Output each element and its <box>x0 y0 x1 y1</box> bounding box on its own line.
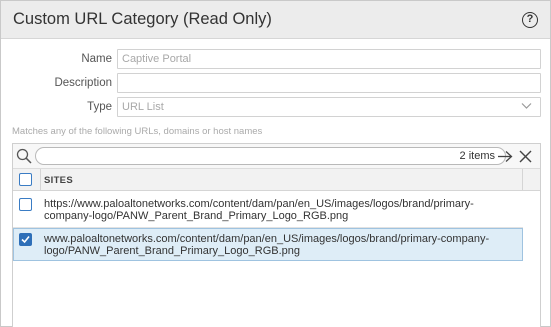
close-icon[interactable] <box>519 150 532 163</box>
column-divider <box>522 169 523 191</box>
description-field[interactable] <box>117 73 541 93</box>
table-row[interactable]: www.paloaltonetworks.com/content/dam/pan… <box>13 228 523 261</box>
column-divider <box>40 169 41 191</box>
help-icon[interactable]: ? <box>522 12 538 28</box>
select-all-checkbox[interactable] <box>19 173 32 186</box>
dialog-titlebar: Custom URL Category (Read Only) ? <box>1 1 550 39</box>
table-row[interactable]: https://www.paloaltonetworks.com/content… <box>13 192 523 228</box>
item-count: 2 items <box>459 150 495 162</box>
site-url-line: logo/PANW_Parent_Brand_Primary_Logo_RGB.… <box>44 245 300 257</box>
type-value: URL List <box>122 101 164 113</box>
type-label: Type <box>87 101 112 113</box>
site-url: www.paloaltonetworks.com/content/dam/pan… <box>44 233 514 257</box>
row-checkbox[interactable] <box>19 198 32 211</box>
name-value: Captive Portal <box>122 53 192 65</box>
chevron-down-icon <box>521 103 532 109</box>
match-hint: Matches any of the following URLs, domai… <box>12 126 263 137</box>
site-url-line: company-logo/PANW_Parent_Brand_Primary_L… <box>44 210 349 222</box>
arrow-right-icon[interactable] <box>497 150 513 163</box>
name-field[interactable]: Captive Portal <box>117 49 541 69</box>
name-label: Name <box>81 53 112 65</box>
column-header-sites[interactable]: SITES <box>44 175 73 186</box>
description-label: Description <box>54 77 112 89</box>
search-icon <box>16 148 32 164</box>
row-checkbox[interactable] <box>19 233 32 246</box>
type-select[interactable]: URL List <box>117 97 541 117</box>
search-bar: 2 items <box>13 144 540 169</box>
checkmark-icon <box>21 236 30 244</box>
custom-url-category-dialog: Custom URL Category (Read Only) ? Name C… <box>0 0 551 327</box>
site-url-line: www.paloaltonetworks.com/content/dam/pan… <box>44 233 490 245</box>
site-url-line: https://www.paloaltonetworks.com/content… <box>44 198 474 210</box>
search-input[interactable]: 2 items <box>35 147 506 165</box>
site-url: https://www.paloaltonetworks.com/content… <box>44 198 514 222</box>
table-header: SITES <box>13 169 540 191</box>
sites-grid: 2 items SITES https://www.paloaltonetwor… <box>12 143 541 327</box>
dialog-title: Custom URL Category (Read Only) <box>13 10 272 28</box>
